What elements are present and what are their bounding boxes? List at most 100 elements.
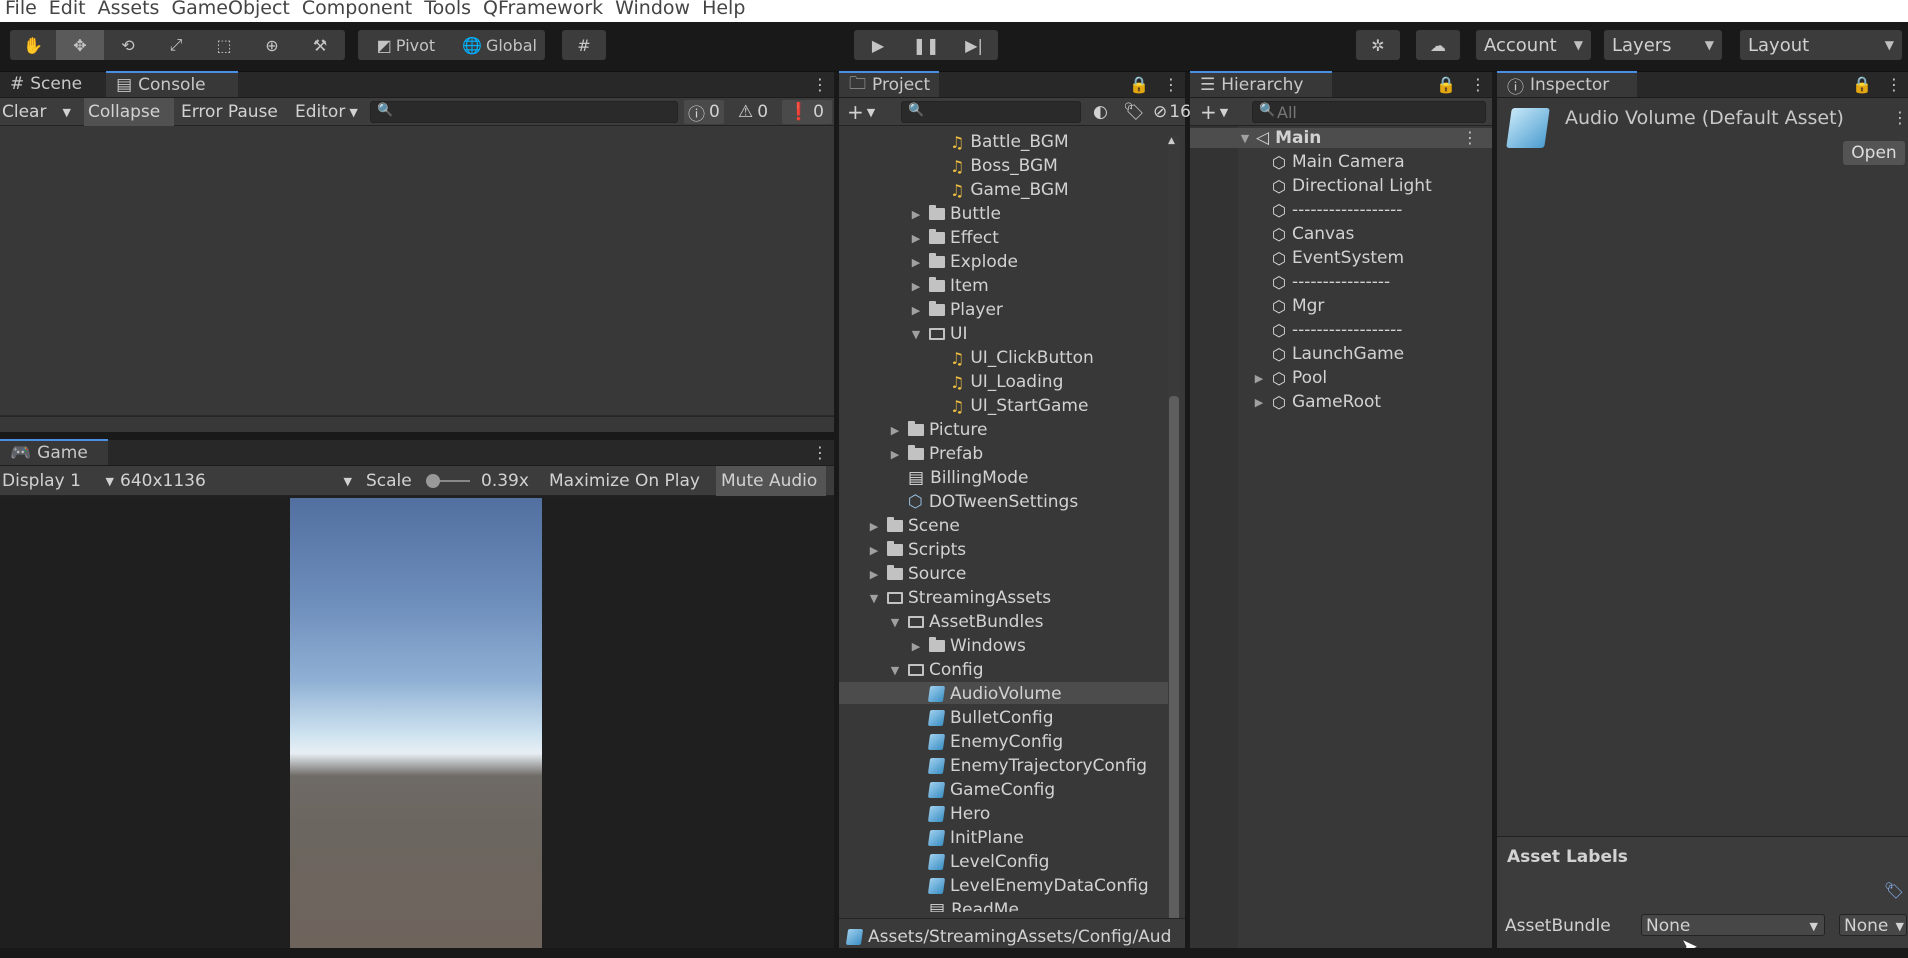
- project-item[interactable]: EnemyConfig: [909, 732, 1063, 752]
- kebab-menu-icon[interactable]: ⋮: [1892, 108, 1908, 127]
- chevron-right-icon[interactable]: ▶: [867, 544, 881, 557]
- console-split[interactable]: [0, 416, 834, 417]
- project-item[interactable]: ▤ BillingMode: [888, 468, 1029, 488]
- create-button[interactable]: + ▼: [1200, 100, 1228, 124]
- scale-slider-handle[interactable]: [426, 474, 440, 488]
- project-item[interactable]: ▶ Scripts: [867, 540, 966, 560]
- chevron-right-icon[interactable]: ▶: [1252, 396, 1266, 409]
- project-item[interactable]: GameConfig: [909, 780, 1055, 800]
- display-dropdown[interactable]: Display 1 ▼: [2, 471, 114, 491]
- chevron-right-icon[interactable]: ▶: [1252, 372, 1266, 385]
- project-item[interactable]: ⬡ DOTweenSettings: [888, 492, 1078, 512]
- menu-file[interactable]: File: [0, 0, 44, 19]
- tab-inspector[interactable]: ⓘ Inspector: [1497, 71, 1637, 98]
- project-item[interactable]: ♫ UI_ClickButton: [930, 348, 1094, 368]
- filter-label-icon[interactable]: 🏷: [1123, 102, 1145, 122]
- project-item[interactable]: ▶ Buttle: [909, 204, 1001, 224]
- hierarchy-item[interactable]: ⬡ ----------------: [1252, 272, 1390, 292]
- clear-button[interactable]: Clear ▼: [2, 102, 82, 122]
- hierarchy-item[interactable]: ⬡ ------------------: [1252, 200, 1402, 220]
- menu-edit[interactable]: Edit: [44, 0, 93, 19]
- kebab-menu-icon[interactable]: ⋮: [1462, 128, 1478, 147]
- hierarchy-item[interactable]: ⬡ Canvas: [1252, 224, 1354, 244]
- project-item[interactable]: ▶ Source: [867, 564, 967, 584]
- menu-help[interactable]: Help: [697, 0, 752, 19]
- create-button[interactable]: + ▼: [847, 100, 875, 124]
- project-scrollbar[interactable]: ▲ ▼: [1168, 136, 1180, 932]
- chevron-down-icon[interactable]: ▼: [909, 328, 923, 341]
- hierarchy-item[interactable]: ▶ ⬡ Pool: [1252, 368, 1327, 388]
- pause-icon[interactable]: ❚❚: [902, 30, 950, 60]
- menu-qframework[interactable]: QFramework: [478, 0, 610, 19]
- project-item[interactable]: ♫ Game_BGM: [930, 180, 1069, 200]
- chevron-right-icon[interactable]: ▶: [909, 304, 923, 317]
- error-pause-button[interactable]: Error Pause: [181, 102, 278, 122]
- project-item[interactable]: ▶ Effect: [909, 228, 999, 248]
- project-item[interactable]: ▶ Windows: [909, 636, 1026, 656]
- move-tool-icon[interactable]: ✥: [56, 30, 104, 60]
- menu-assets[interactable]: Assets: [93, 0, 167, 19]
- warning-toggle[interactable]: ⚠ 0: [738, 102, 768, 122]
- project-item[interactable]: ♫ UI_Loading: [930, 372, 1063, 392]
- hierarchy-item[interactable]: ⬡ EventSystem: [1252, 248, 1404, 268]
- play-icon[interactable]: ▶: [854, 30, 902, 60]
- transform-tool-icon[interactable]: ⊕: [248, 30, 296, 60]
- hierarchy-item[interactable]: ⬡ ------------------: [1252, 320, 1402, 340]
- hierarchy-item[interactable]: ⬡ Mgr: [1252, 296, 1324, 316]
- step-icon[interactable]: ▶|: [950, 30, 998, 60]
- project-item[interactable]: ▶ Prefab: [888, 444, 983, 464]
- chevron-right-icon[interactable]: ▶: [888, 448, 902, 461]
- chevron-right-icon[interactable]: ▶: [888, 424, 902, 437]
- project-item[interactable]: ▶ Explode: [909, 252, 1018, 272]
- kebab-menu-icon[interactable]: ⋮: [1470, 75, 1486, 94]
- project-item[interactable]: EnemyTrajectoryConfig: [909, 756, 1147, 776]
- tab-hierarchy[interactable]: ☰ Hierarchy: [1190, 71, 1332, 97]
- menu-component[interactable]: Component: [297, 0, 419, 19]
- chevron-right-icon[interactable]: ▶: [909, 208, 923, 221]
- tab-game[interactable]: 🎮 Game: [0, 439, 108, 465]
- hierarchy-item[interactable]: ⬡ Main Camera: [1252, 152, 1405, 172]
- project-item[interactable]: ▶ Item: [909, 276, 989, 296]
- chevron-right-icon[interactable]: ▶: [867, 520, 881, 533]
- lock-icon[interactable]: 🔒: [1852, 75, 1872, 94]
- collab-button[interactable]: ✲: [1356, 30, 1400, 60]
- project-item[interactable]: ▤ ReadMe: [909, 900, 1019, 912]
- global-button[interactable]: 🌐 Global: [454, 30, 545, 60]
- collapse-button[interactable]: Collapse: [84, 98, 174, 126]
- tab-console[interactable]: ▤ Console: [106, 71, 239, 97]
- project-item[interactable]: Hero: [909, 804, 990, 824]
- maximize-on-play-toggle[interactable]: Maximize On Play: [549, 471, 700, 491]
- chevron-right-icon[interactable]: ▶: [909, 280, 923, 293]
- custom-tool-icon[interactable]: ⚒: [296, 30, 344, 60]
- lock-icon[interactable]: 🔒: [1129, 75, 1149, 94]
- menu-tools[interactable]: Tools: [419, 0, 478, 19]
- project-search-input[interactable]: 🔍: [901, 101, 1081, 123]
- project-item[interactable]: ▶ Picture: [888, 420, 988, 440]
- scale-tool-icon[interactable]: ⤢: [152, 30, 200, 60]
- lock-icon[interactable]: 🔒: [1436, 75, 1456, 94]
- project-item[interactable]: BulletConfig: [909, 708, 1054, 728]
- pivot-button[interactable]: ◩ Pivot: [358, 30, 454, 60]
- grid-snap-button[interactable]: #: [562, 30, 606, 60]
- project-item[interactable]: ♫ Battle_BGM: [930, 132, 1069, 152]
- project-item[interactable]: LevelConfig: [909, 852, 1049, 872]
- project-item[interactable]: ▼ StreamingAssets: [867, 588, 1051, 608]
- project-item[interactable]: InitPlane: [909, 828, 1024, 848]
- kebab-menu-icon[interactable]: ⋮: [1886, 75, 1902, 94]
- mute-audio-toggle[interactable]: Mute Audio: [716, 466, 826, 496]
- project-item[interactable]: ▼ Config: [888, 660, 984, 680]
- kebab-menu-icon[interactable]: ⋮: [1163, 75, 1179, 94]
- chevron-right-icon[interactable]: ▶: [909, 640, 923, 653]
- project-item[interactable]: ♫ Boss_BGM: [930, 156, 1058, 176]
- hidden-packages-toggle[interactable]: ⊘ 16: [1153, 102, 1191, 122]
- cloud-button[interactable]: ☁: [1416, 30, 1460, 60]
- project-item[interactable]: ▶ Scene: [867, 516, 960, 536]
- project-item[interactable]: ▼ UI: [909, 324, 968, 344]
- filter-type-icon[interactable]: ◐: [1093, 102, 1108, 122]
- resolution-dropdown[interactable]: 640x1136 ▼: [120, 471, 352, 491]
- hierarchy-item[interactable]: ⬡ LaunchGame: [1252, 344, 1404, 364]
- scene-header[interactable]: ▼ ◁ Main ⋮: [1190, 128, 1492, 148]
- layout-dropdown[interactable]: Layout ▼: [1740, 30, 1902, 60]
- scroll-up-icon[interactable]: ▲: [1168, 136, 1175, 146]
- log-toggle[interactable]: ⓘ 0: [684, 100, 724, 125]
